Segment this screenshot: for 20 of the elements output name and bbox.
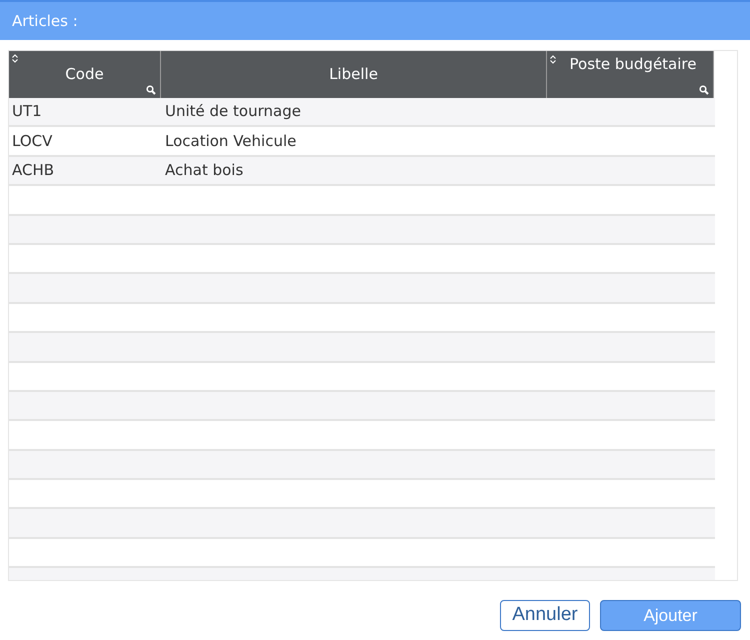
column-header[interactable]: Libelle: [161, 51, 547, 98]
column-label: Poste budgétaire: [570, 54, 696, 75]
column-header[interactable]: Code: [9, 51, 161, 98]
search-icon[interactable]: [146, 85, 156, 95]
column-label: Code: [65, 64, 104, 86]
dialog-title: Articles :: [12, 10, 78, 32]
table-row[interactable]: UT1 Unité de tournage: [9, 98, 715, 128]
table-cell-text: UT1: [12, 101, 42, 122]
table-cell-text: Location Vehicule: [165, 130, 296, 152]
column-label: Libelle: [329, 64, 378, 86]
search-icon[interactable]: [699, 85, 709, 95]
sort-icon[interactable]: [12, 54, 18, 63]
sort-icon[interactable]: [550, 55, 556, 64]
column-header[interactable]: Poste budgétaire: [547, 51, 714, 98]
table-cell-text: Achat bois: [165, 160, 244, 182]
table-cell-text: Unité de tournage: [165, 101, 301, 122]
table-cell-text: LOCV: [12, 130, 52, 152]
cancel-button[interactable]: Annuler: [500, 600, 590, 631]
table-cell-text: ACHB: [12, 160, 54, 182]
table-row[interactable]: ACHB Achat bois: [9, 156, 715, 186]
